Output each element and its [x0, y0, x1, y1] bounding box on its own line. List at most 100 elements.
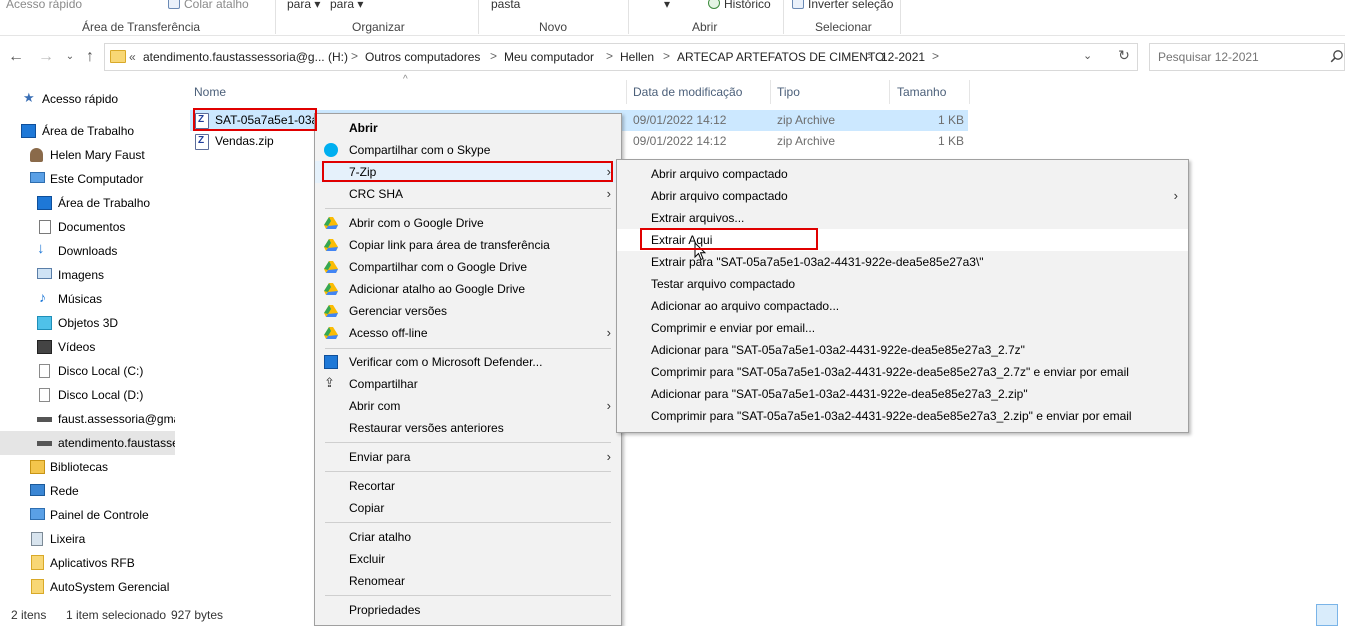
menu-item-cut[interactable]: Recortar	[315, 475, 621, 497]
submenu-item-test-archive[interactable]: Testar arquivo compactado	[617, 273, 1188, 295]
sidebar-item-disk-c[interactable]: Disco Local (C:)	[0, 359, 175, 383]
menu-item-crc-sha[interactable]: CRC SHA ›	[315, 183, 621, 205]
sidebar-item-downloads[interactable]: ↓ Downloads	[0, 239, 175, 263]
ribbon-pin-quick-access[interactable]: Acesso rápido	[6, 0, 82, 11]
menu-item-defender-scan[interactable]: Verificar com o Microsoft Defender...	[315, 351, 621, 373]
sidebar-item-videos[interactable]: Vídeos	[0, 335, 175, 359]
back-arrow-icon[interactable]: ←	[6, 47, 26, 67]
sidebar-item-pictures[interactable]: Imagens	[0, 263, 175, 287]
submenu-item-add-zip[interactable]: Adicionar para "SAT-05a7a5e1-03a2-4431-9…	[617, 383, 1188, 405]
recent-locations-chevron-icon[interactable]: ⌄	[60, 47, 80, 67]
sidebar-item-faust-drive[interactable]: faust.assessoria@gma	[0, 407, 175, 431]
menu-item-share-google-drive[interactable]: Compartilhar com o Google Drive	[315, 256, 621, 278]
address-bar[interactable]: « atendimento.faustassessoria@g... (H:) …	[104, 43, 1138, 71]
breadcrumb-separator[interactable]: >	[606, 49, 613, 63]
address-history-chevron-icon[interactable]: ⌄	[1083, 49, 1092, 62]
forward-arrow-icon[interactable]: →	[36, 47, 56, 67]
menu-item-label: Adicionar para "SAT-05a7a5e1-03a2-4431-9…	[651, 343, 1025, 357]
ribbon-copy-to[interactable]: para ▾	[330, 0, 363, 11]
menu-item-copy[interactable]: Copiar	[315, 497, 621, 519]
menu-item-label: Comprimir e enviar por email...	[651, 321, 816, 335]
ribbon-open-dropdown[interactable]: ▾	[664, 0, 670, 11]
sidebar-item-autosystem[interactable]: AutoSystem Gerencial	[0, 575, 175, 599]
submenu-item-extract-files[interactable]: Extrair arquivos...	[617, 207, 1188, 229]
breadcrumb-separator[interactable]: >	[866, 49, 873, 63]
menu-item-create-shortcut[interactable]: Criar atalho	[315, 526, 621, 548]
breadcrumb-artecap[interactable]: ARTECAP ARTEFATOS DE CIMENTO	[677, 50, 884, 64]
column-header-size[interactable]: Tamanho	[897, 85, 946, 99]
column-divider[interactable]	[969, 80, 970, 104]
menu-item-rename[interactable]: Renomear	[315, 570, 621, 592]
sidebar-item-user[interactable]: Helen Mary Faust	[0, 143, 175, 167]
sidebar-item-label: Rede	[50, 484, 79, 498]
menu-item-open-google-drive[interactable]: Abrir com o Google Drive	[315, 212, 621, 234]
sidebar-item-recycle-bin[interactable]: Lixeira	[0, 527, 175, 551]
sidebar-item-music[interactable]: ♪ Músicas	[0, 287, 175, 311]
menu-item-open-with[interactable]: Abrir com ›	[315, 395, 621, 417]
up-arrow-icon[interactable]: ↑	[80, 47, 100, 67]
menu-item-add-shortcut-drive[interactable]: Adicionar atalho ao Google Drive	[315, 278, 621, 300]
breadcrumb-drive[interactable]: atendimento.faustassessoria@g... (H:)	[143, 50, 348, 64]
sidebar-item-desktop[interactable]: Área de Trabalho	[0, 191, 175, 215]
column-header-type[interactable]: Tipo	[777, 85, 800, 99]
menu-item-share[interactable]: ⇪ Compartilhar	[315, 373, 621, 395]
sidebar-item-control-panel[interactable]: Painel de Controle	[0, 503, 175, 527]
share-icon: ⇪	[324, 375, 335, 390]
sidebar-item-aplicativos-rfb[interactable]: Aplicativos RFB	[0, 551, 175, 575]
ribbon-paste-shortcut[interactable]: Colar atalho	[168, 0, 249, 11]
ribbon-invert-selection[interactable]: Inverter seleção	[792, 0, 893, 11]
sidebar-item-label: Disco Local (D:)	[58, 388, 144, 402]
search-icon[interactable]	[1330, 49, 1344, 63]
breadcrumb-my-computer[interactable]: Meu computador	[504, 50, 594, 64]
ribbon-history[interactable]: Histórico	[708, 0, 771, 11]
menu-item-delete[interactable]: Excluir	[315, 548, 621, 570]
menu-item-send-to[interactable]: Enviar para ›	[315, 446, 621, 468]
column-divider[interactable]	[626, 80, 627, 104]
breadcrumb-separator[interactable]: >	[490, 49, 497, 63]
breadcrumb-overflow[interactable]: «	[129, 50, 136, 64]
submenu-item-open-archive-sub[interactable]: Abrir arquivo compactado ›	[617, 185, 1188, 207]
sidebar-item-this-pc[interactable]: Este Computador	[0, 167, 175, 191]
search-box[interactable]	[1149, 43, 1345, 71]
search-input[interactable]	[1150, 44, 1320, 70]
menu-item-manage-versions[interactable]: Gerenciar versões	[315, 300, 621, 322]
refresh-icon[interactable]: ↻	[1113, 47, 1135, 67]
sidebar-item-documents[interactable]: Documentos	[0, 215, 175, 239]
column-header-date[interactable]: Data de modificação	[633, 85, 742, 99]
menu-item-label: Abrir	[349, 121, 378, 135]
menu-item-share-skype[interactable]: Compartilhar com o Skype	[315, 139, 621, 161]
ribbon-move-to[interactable]: para ▾	[287, 0, 320, 11]
sidebar-item-atendimento-drive[interactable]: atendimento.faustasse	[0, 431, 175, 455]
sidebar-item-disk-d[interactable]: Disco Local (D:)	[0, 383, 175, 407]
sidebar-item-quick-access[interactable]: ★ Acesso rápido	[0, 87, 175, 111]
breadcrumb-separator[interactable]: >	[932, 49, 939, 63]
sidebar-item-network[interactable]: Rede	[0, 479, 175, 503]
menu-item-restore-versions[interactable]: Restaurar versões anteriores	[315, 417, 621, 439]
breadcrumb-current-folder[interactable]: 12-2021	[881, 50, 925, 64]
menu-item-open[interactable]: Abrir	[315, 117, 621, 139]
menu-item-label: Abrir com o Google Drive	[349, 216, 484, 230]
submenu-item-add-to-archive[interactable]: Adicionar ao arquivo compactado...	[617, 295, 1188, 317]
breadcrumb-separator[interactable]: >	[663, 49, 670, 63]
submenu-item-compress-email[interactable]: Comprimir e enviar por email...	[617, 317, 1188, 339]
sidebar-item-3d-objects[interactable]: Objetos 3D	[0, 311, 175, 335]
column-divider[interactable]	[889, 80, 890, 104]
submenu-item-compress-7z-email[interactable]: Comprimir para "SAT-05a7a5e1-03a2-4431-9…	[617, 361, 1188, 383]
sidebar-item-desktop-root[interactable]: Área de Trabalho	[0, 119, 175, 143]
breadcrumb-hellen[interactable]: Hellen	[620, 50, 654, 64]
menu-item-offline-access[interactable]: Acesso off-line ›	[315, 322, 621, 344]
menu-item-copy-link[interactable]: Copiar link para área de transferência	[315, 234, 621, 256]
column-header-name[interactable]: Nome	[194, 85, 226, 99]
submenu-item-add-7z[interactable]: Adicionar para "SAT-05a7a5e1-03a2-4431-9…	[617, 339, 1188, 361]
details-view-icon[interactable]	[1316, 604, 1338, 626]
breadcrumb-other-computers[interactable]: Outros computadores	[365, 50, 480, 64]
menu-item-label: Gerenciar versões	[349, 304, 448, 318]
submenu-item-open-archive[interactable]: Abrir arquivo compactado	[617, 163, 1188, 185]
submenu-item-compress-zip-email[interactable]: Comprimir para "SAT-05a7a5e1-03a2-4431-9…	[617, 405, 1188, 427]
menu-item-7zip[interactable]: 7-Zip ›	[315, 161, 621, 183]
menu-item-properties[interactable]: Propriedades	[315, 599, 621, 621]
ribbon-new-folder[interactable]: pasta	[491, 0, 520, 11]
sidebar-item-libraries[interactable]: Bibliotecas	[0, 455, 175, 479]
breadcrumb-separator[interactable]: >	[351, 49, 358, 63]
column-divider[interactable]	[770, 80, 771, 104]
